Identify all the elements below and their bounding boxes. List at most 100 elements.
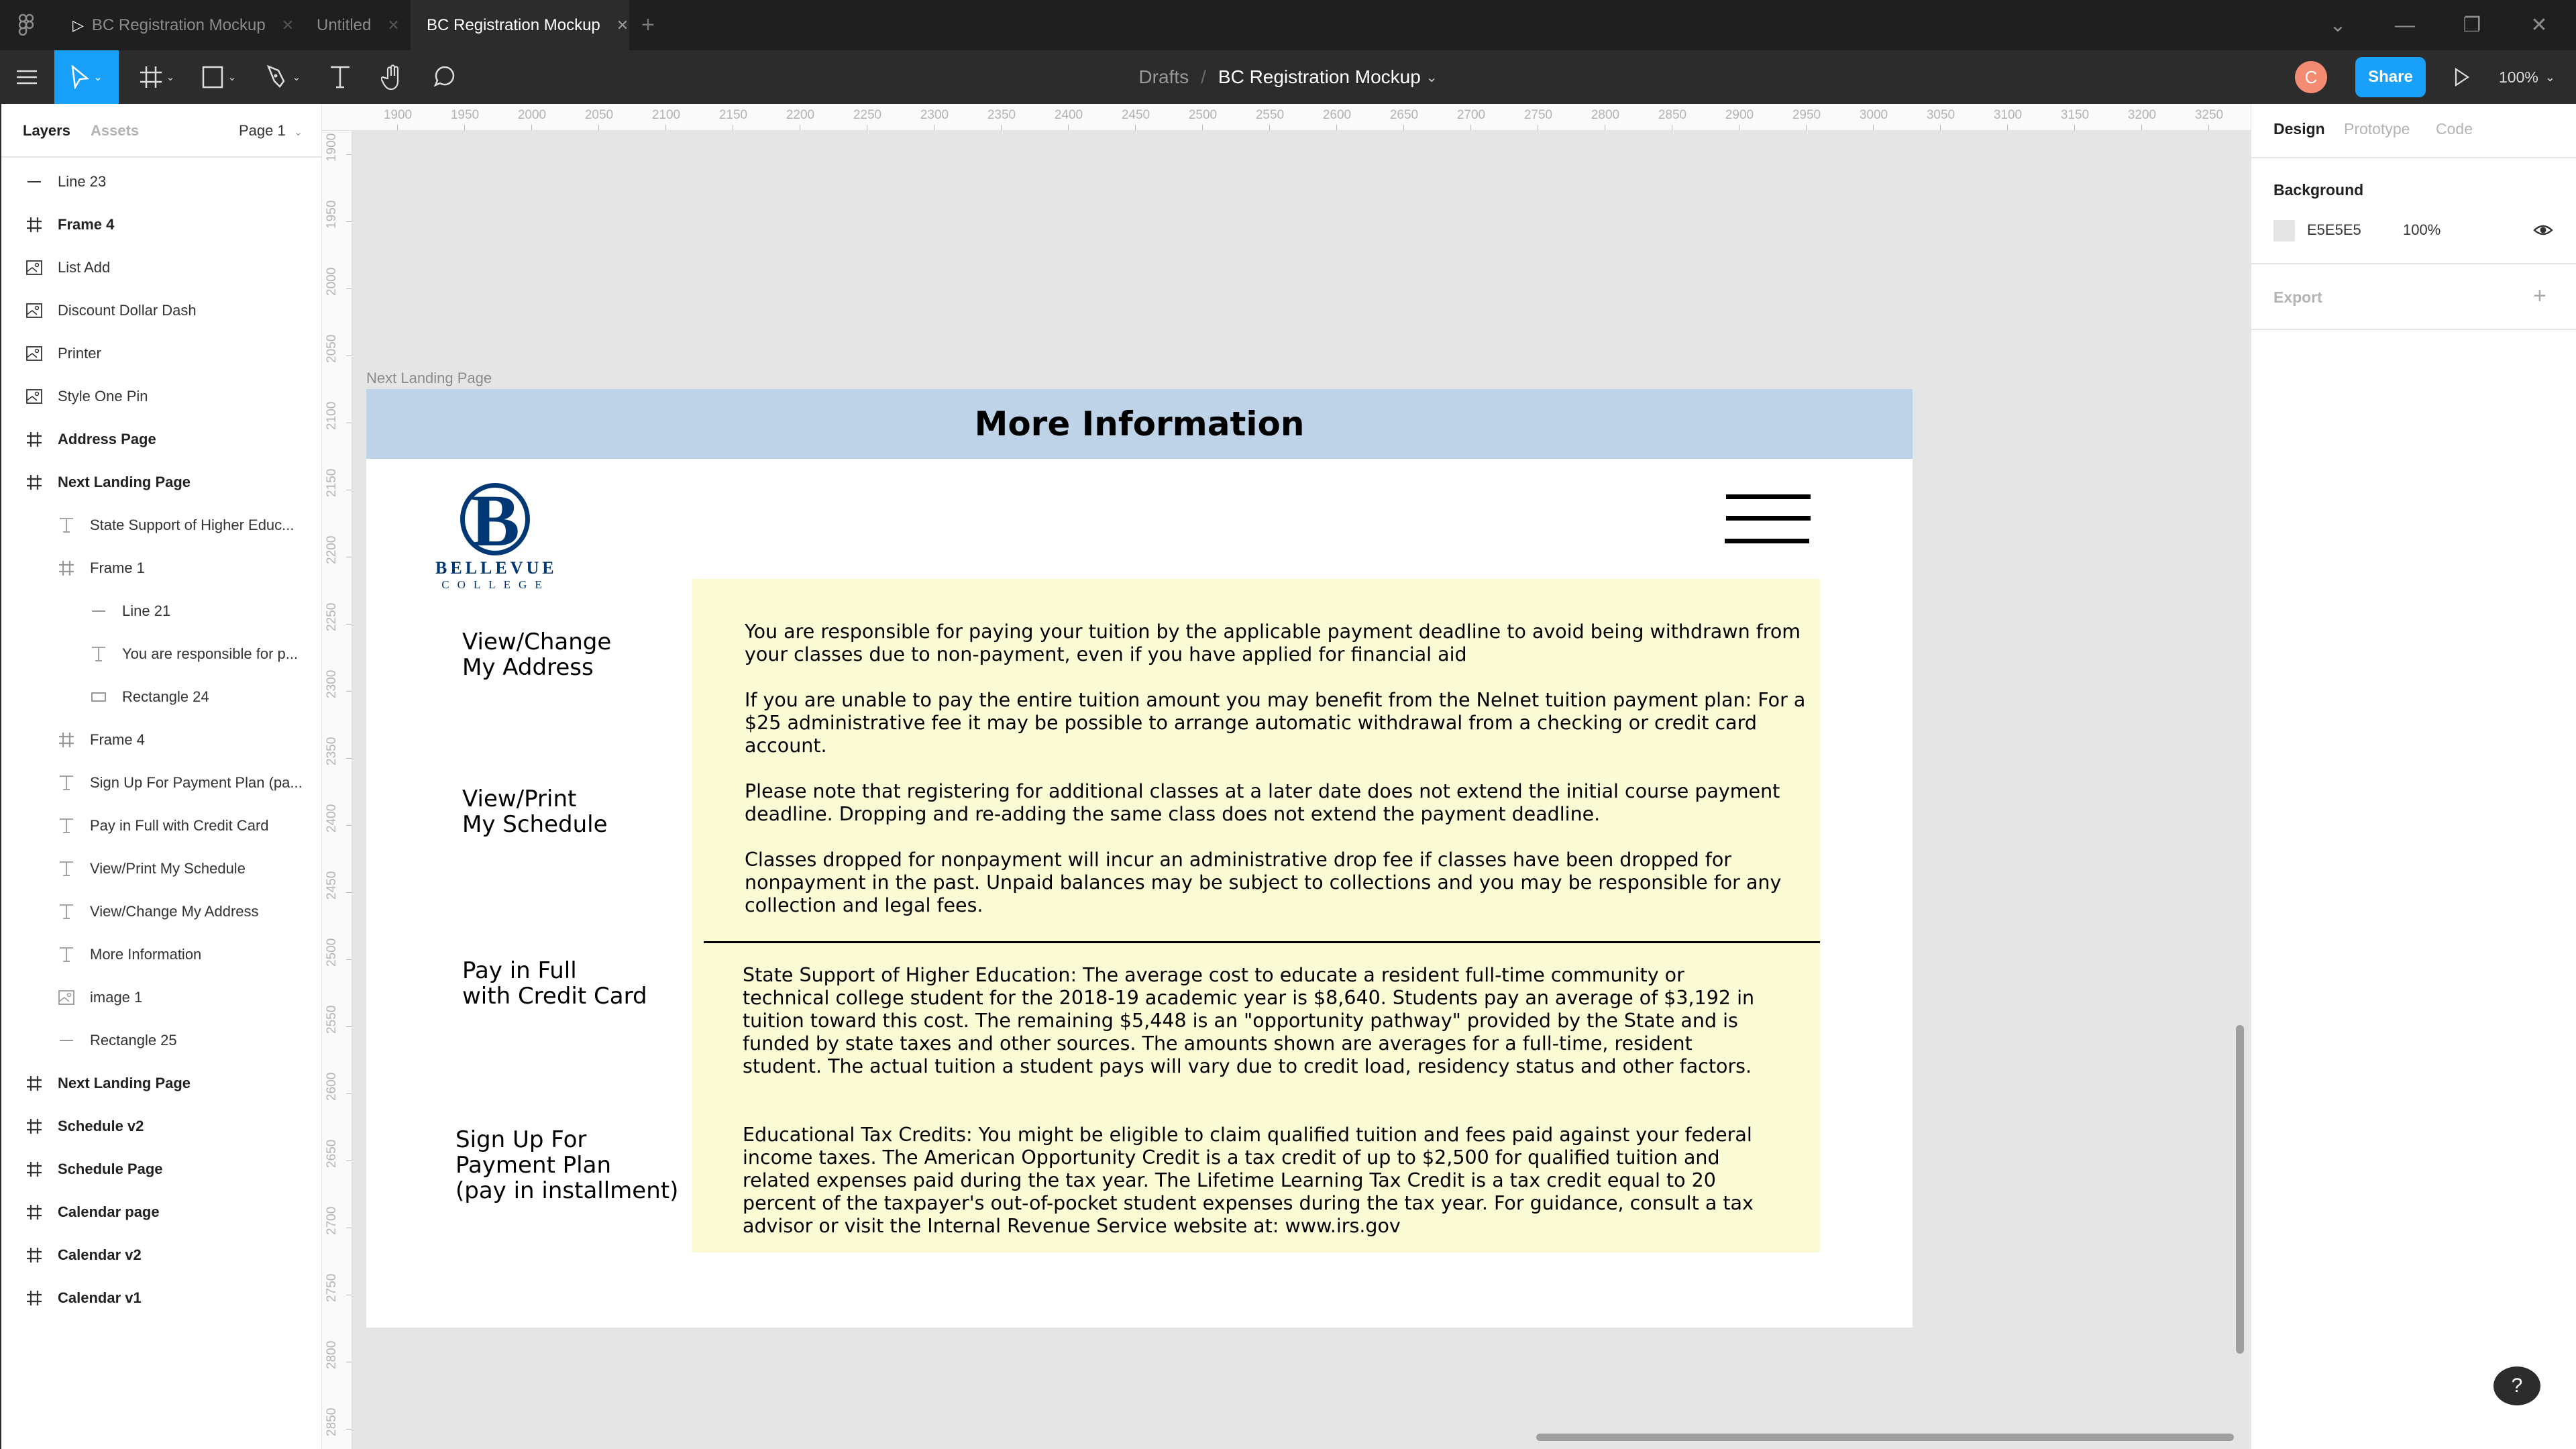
background-opacity-input[interactable]: 100% xyxy=(2403,221,2440,239)
tab-untitled[interactable]: Untitled ✕ xyxy=(317,0,400,50)
comment-tool[interactable] xyxy=(428,50,462,104)
ruler-tick-label: 2050 xyxy=(325,334,339,363)
ruler-tick-label: 2450 xyxy=(325,871,339,900)
chevron-down-icon[interactable]: ⌄ xyxy=(1426,69,1438,86)
present-button[interactable] xyxy=(2449,57,2475,97)
layer-item[interactable]: Calendar v2 xyxy=(1,1234,322,1277)
layer-item[interactable]: Next Landing Page xyxy=(1,1062,322,1105)
ruler-tick-label: 2500 xyxy=(1188,108,1218,122)
ruler-tick xyxy=(346,691,352,692)
layer-item[interactable]: Next Landing Page xyxy=(1,461,322,504)
breadcrumb-drafts[interactable]: Drafts xyxy=(1138,66,1189,88)
layer-item[interactable]: View/Print My Schedule xyxy=(1,847,322,890)
share-button[interactable]: Share xyxy=(2355,57,2426,97)
frame-tool[interactable]: ⌄ xyxy=(134,50,181,104)
layer-item[interactable]: Schedule Page xyxy=(1,1148,322,1191)
horizontal-scrollbar[interactable] xyxy=(1536,1434,2234,1441)
layer-label: Rectangle 25 xyxy=(90,1032,177,1049)
layer-item[interactable]: Calendar v1 xyxy=(1,1277,322,1320)
ruler-tick xyxy=(1403,125,1404,130)
layer-item[interactable]: Frame 4 xyxy=(1,718,322,761)
close-tab-icon[interactable]: ✕ xyxy=(387,17,399,34)
ruler-tick xyxy=(665,125,666,130)
help-button[interactable]: ? xyxy=(2493,1366,2540,1405)
tab-design[interactable]: Design xyxy=(2273,120,2325,138)
ruler-tick xyxy=(346,825,352,826)
pen-tool[interactable]: ⌄ xyxy=(260,50,307,104)
ruler-tick xyxy=(346,288,352,289)
mockup-frame-next-landing-page[interactable]: More Information B BELLEVUE COLLEGE View… xyxy=(366,389,1913,1328)
layer-item[interactable]: Address Page xyxy=(1,418,322,461)
hamburger-menu-icon[interactable] xyxy=(1725,494,1811,545)
ruler-tick-label: 2650 xyxy=(325,1139,339,1168)
ruler-tick xyxy=(1269,125,1270,130)
move-tool[interactable]: ⌄ xyxy=(54,50,119,104)
minimize-icon[interactable]: — xyxy=(2375,0,2435,50)
eye-icon[interactable] xyxy=(2533,220,2553,240)
close-tab-icon[interactable]: ✕ xyxy=(282,17,294,34)
layer-item[interactable]: image 1 xyxy=(1,976,322,1019)
frame-icon xyxy=(25,1075,43,1092)
restore-icon[interactable]: ❐ xyxy=(2442,0,2502,50)
tab-file-active[interactable]: BC Registration Mockup ✕ xyxy=(411,0,629,50)
layer-item[interactable]: More Information xyxy=(1,933,322,976)
tab-assets[interactable]: Assets xyxy=(91,122,139,140)
close-tab-icon[interactable]: ✕ xyxy=(616,17,629,34)
ruler-tick-label: 1950 xyxy=(450,108,480,122)
layer-item[interactable]: Line 21 xyxy=(1,590,322,633)
layer-item[interactable]: Frame 1 xyxy=(1,547,322,590)
layer-item[interactable]: Pay in Full with Credit Card xyxy=(1,804,322,847)
new-tab-button[interactable]: + xyxy=(641,0,655,50)
layer-item[interactable]: Discount Dollar Dash xyxy=(1,289,322,332)
avatar[interactable]: C xyxy=(2295,61,2327,93)
tab-file-1[interactable]: ▷ BC Registration Mockup ✕ xyxy=(72,0,294,50)
ruler-tick-label: 2000 xyxy=(325,267,339,296)
shape-tool[interactable]: ⌄ xyxy=(196,50,243,104)
background-hex-input[interactable]: E5E5E5 xyxy=(2307,221,2361,239)
hand-tool[interactable] xyxy=(376,50,409,104)
layer-item[interactable]: List Add xyxy=(1,246,322,289)
background-color-swatch[interactable] xyxy=(2273,220,2295,241)
layer-item[interactable]: Style One Pin xyxy=(1,375,322,418)
main-menu-icon[interactable] xyxy=(7,50,47,104)
image-icon xyxy=(58,989,75,1006)
layer-item[interactable]: Rectangle 24 xyxy=(1,676,322,718)
layer-item[interactable]: Schedule v2 xyxy=(1,1105,322,1148)
add-export-button[interactable]: + xyxy=(2533,283,2546,309)
layer-item[interactable]: State Support of Higher Educ... xyxy=(1,504,322,547)
layer-item[interactable]: Calendar page xyxy=(1,1191,322,1234)
nav-link-pay-in-full[interactable]: Pay in Full with Credit Card xyxy=(462,958,647,1009)
layer-item[interactable]: Frame 4 xyxy=(1,203,322,246)
vertical-scrollbar[interactable] xyxy=(2236,1025,2244,1354)
text-tool[interactable] xyxy=(323,50,357,104)
tab-prototype[interactable]: Prototype xyxy=(2344,120,2410,138)
chevron-down-icon[interactable]: ⌄ xyxy=(2308,0,2368,50)
nav-link-view-change-address[interactable]: View/Change My Address xyxy=(462,629,611,680)
tab-code[interactable]: Code xyxy=(2436,120,2473,138)
divider xyxy=(2251,263,2576,264)
close-window-icon[interactable]: ✕ xyxy=(2509,0,2569,50)
layer-label: Calendar page xyxy=(58,1203,160,1220)
frame-label[interactable]: Next Landing Page xyxy=(366,370,492,387)
zoom-dropdown[interactable]: 100% ⌄ xyxy=(2499,57,2555,97)
ruler-tick xyxy=(531,125,532,130)
layer-item[interactable]: Printer xyxy=(1,332,322,375)
divider xyxy=(2251,157,2576,158)
ruler-tick-label: 2300 xyxy=(325,669,339,698)
layer-item[interactable]: You are responsible for p... xyxy=(1,633,322,676)
layer-item[interactable]: Line 23 xyxy=(1,160,322,203)
tab-layers[interactable]: Layers xyxy=(23,122,70,140)
section-divider xyxy=(704,941,1820,943)
layer-item[interactable]: View/Change My Address xyxy=(1,890,322,933)
figma-logo-icon[interactable] xyxy=(15,13,38,38)
hand-icon xyxy=(381,64,399,91)
layer-item[interactable]: Rectangle 25 xyxy=(1,1019,322,1062)
toolbar: ⌄ ⌄ ⌄ ⌄ Drafts / BC Registration Mockup … xyxy=(0,50,2576,104)
file-name[interactable]: BC Registration Mockup xyxy=(1218,66,1421,88)
page-selector[interactable]: Page 1 ⌄ xyxy=(239,122,303,140)
nav-link-payment-plan[interactable]: Sign Up For Payment Plan (pay in install… xyxy=(455,1127,678,1203)
vertical-ruler: 1900 1950 2000 2050 2100 2150 2200 2250 2300 2350… xyxy=(322,131,352,1449)
layer-item[interactable]: Sign Up For Payment Plan (pa... xyxy=(1,761,322,804)
layer-label: Printer xyxy=(58,345,101,362)
nav-link-view-print-schedule[interactable]: View/Print My Schedule xyxy=(462,786,608,837)
